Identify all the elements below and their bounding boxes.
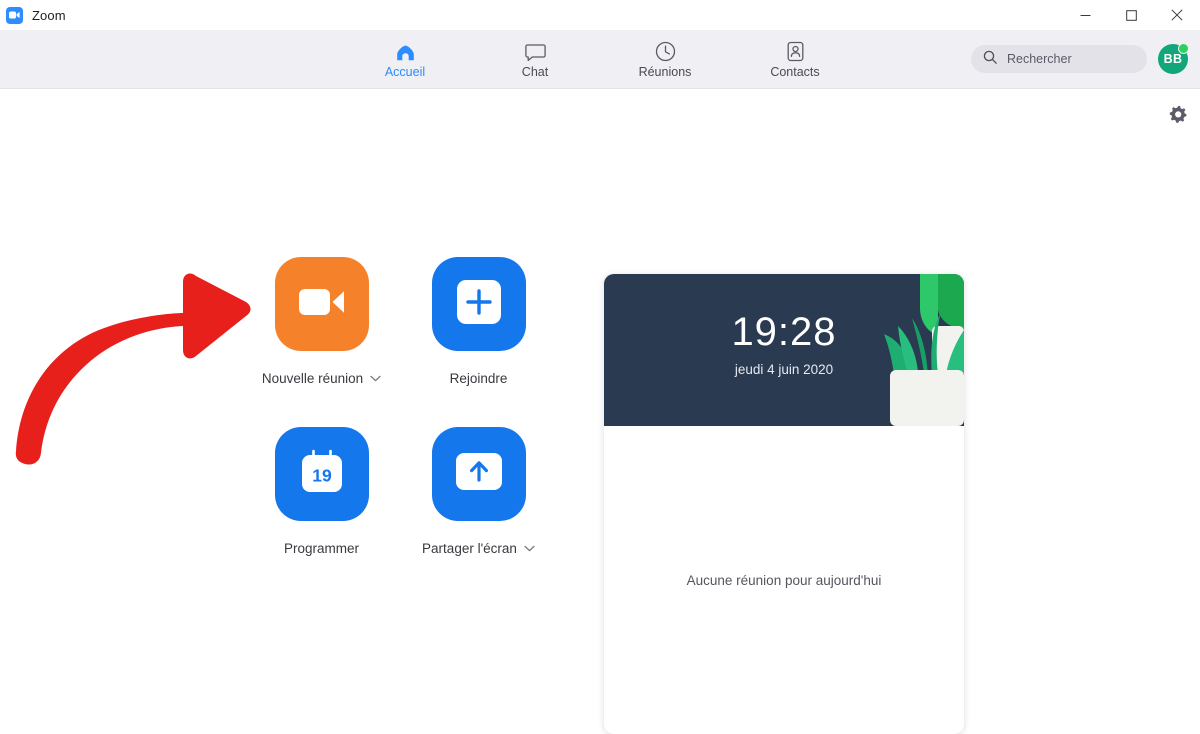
presence-online-indicator [1178,43,1189,54]
join-label: Rejoindre [449,371,508,386]
plus-square-icon [456,279,501,329]
nav-item-contacts[interactable]: Contacts [758,40,832,79]
nav-label-chat: Chat [521,64,549,79]
clock-hero: 19:28 jeudi 4 juin 2020 [604,274,964,426]
share-screen-label-row: Partager l'écran [422,541,535,556]
nav-label-contacts: Contacts [770,64,820,79]
share-screen-button[interactable]: Partager l'écran [400,427,557,597]
current-date: jeudi 4 juin 2020 [734,362,834,377]
nav-item-chat[interactable]: Chat [498,40,572,79]
chat-bubble-icon [524,40,546,62]
zoom-video-logo-icon [6,6,23,24]
search-box[interactable] [971,45,1147,73]
maximize-icon[interactable] [1108,0,1154,30]
schedule-button[interactable]: 19 Programmer [243,427,400,597]
home-icon [395,40,416,62]
title-bar: Zoom [0,0,1200,30]
calendar-icon: 19 [299,449,345,500]
nav-item-reunions[interactable]: Réunions [628,40,702,79]
close-icon[interactable] [1154,0,1200,30]
join-label-row: Rejoindre [450,371,508,386]
action-tiles: Nouvelle réunion Rejoindre 19 Programmer… [243,257,557,597]
new-meeting-label: Nouvelle réunion [261,371,364,386]
join-tile-icon[interactable] [431,257,526,351]
no-meetings-message: Aucune réunion pour aujourd'hui [686,572,882,588]
search-icon [983,50,997,69]
new-meeting-button[interactable]: Nouvelle réunion [243,257,400,427]
main-navigation-bar: Accueil Chat Réunions Contacts Recherche… [0,30,1200,89]
nav-label-accueil: Accueil [384,64,426,79]
home-content: Nouvelle réunion Rejoindre 19 Programmer… [0,89,1200,734]
schedule-label: Programmer [283,541,359,556]
chevron-down-icon[interactable] [370,375,381,382]
window-title: Zoom [32,7,66,23]
schedule-tile-icon[interactable]: 19 [274,427,369,521]
minimize-icon[interactable] [1062,0,1108,30]
new-meeting-tile-icon[interactable] [274,257,369,351]
calendar-day-number: 19 [312,465,332,485]
nav-right-cluster: BB [971,43,1189,74]
new-meeting-label-row: Nouvelle réunion [262,371,381,386]
nav-item-accueil[interactable]: Accueil [368,40,442,79]
nav-label-reunions: Réunions [638,64,692,79]
share-screen-arrow-up-icon [455,453,502,495]
clock-block: 19:28 jeudi 4 juin 2020 [604,312,964,377]
meetings-list-body: Aucune réunion pour aujourd'hui [604,426,964,734]
join-meeting-button[interactable]: Rejoindre [400,257,557,427]
video-camera-icon [298,287,345,322]
contact-card-icon [786,40,805,62]
chevron-down-icon[interactable] [524,545,535,552]
upcoming-meetings-panel: 19:28 jeudi 4 juin 2020 Aucune réunion p… [604,274,964,734]
avatar[interactable]: BB [1158,43,1189,74]
clock-icon [655,40,676,62]
gear-icon[interactable] [1169,105,1188,129]
current-time: 19:28 [731,310,837,354]
window-controls [1062,0,1200,30]
share-screen-tile-icon[interactable] [431,427,526,521]
search-input[interactable] [1005,51,1135,67]
share-screen-label: Partager l'écran [422,541,517,556]
schedule-label-row: Programmer [284,541,359,556]
